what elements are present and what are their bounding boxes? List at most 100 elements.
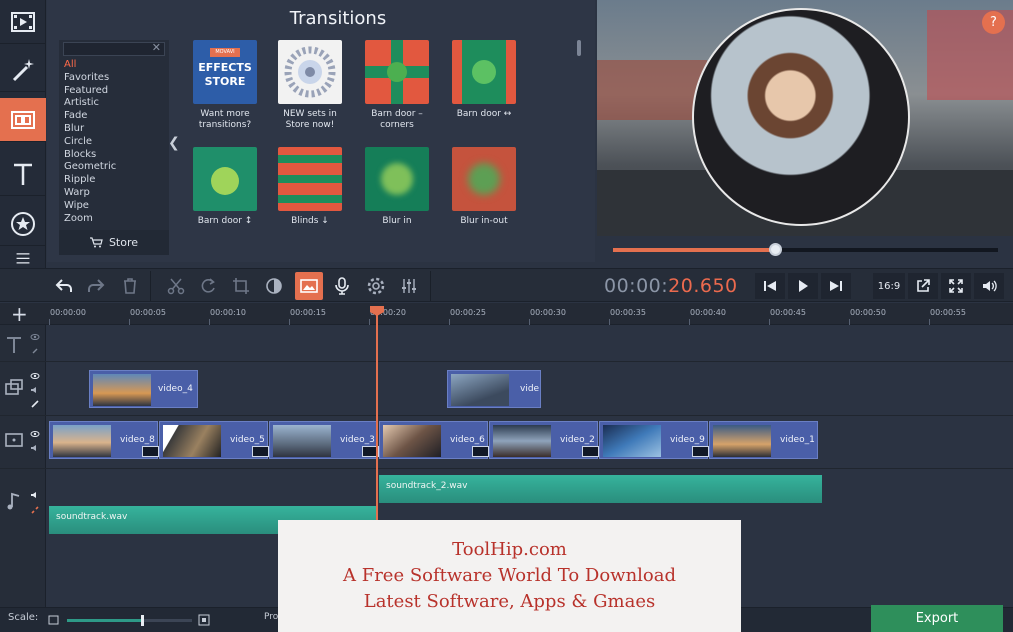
trash-icon — [124, 278, 136, 294]
clear-search-icon[interactable]: ✕ — [152, 41, 161, 54]
cut-button[interactable] — [162, 272, 190, 300]
ruler-tick-label: 00:00:25 — [450, 308, 486, 317]
speaker-icon[interactable] — [30, 443, 40, 453]
delete-button[interactable] — [116, 272, 144, 300]
help-button[interactable]: ? — [982, 11, 1005, 34]
add-track-button[interactable]: + — [11, 303, 28, 325]
play-button[interactable] — [788, 273, 818, 299]
fullscreen-button[interactable] — [941, 273, 971, 299]
transition-thumb-barn-door-corners[interactable] — [365, 40, 429, 104]
chevron-left-icon[interactable]: ❮ — [168, 135, 180, 151]
store-button[interactable]: Store — [59, 230, 169, 255]
record-audio-button[interactable] — [328, 272, 356, 300]
eye-icon[interactable] — [30, 371, 40, 381]
panel-title: Transitions — [289, 8, 387, 29]
category-item[interactable]: Warp — [64, 187, 164, 200]
volume-button[interactable] — [974, 273, 1004, 299]
category-search-input[interactable]: ✕ — [63, 41, 165, 56]
titles-button[interactable] — [0, 152, 46, 196]
ruler-tick-label: 00:00:40 — [690, 308, 726, 317]
ruler-tick-label: 00:00:15 — [290, 308, 326, 317]
ruler-tick-label: 00:00:05 — [130, 308, 166, 317]
clip-properties-button[interactable] — [362, 272, 390, 300]
category-item[interactable]: Geometric — [64, 161, 164, 174]
video-preview: ? — [597, 0, 1013, 236]
link-icon[interactable] — [30, 399, 40, 409]
ruler-tick-label: 00:00:10 — [210, 308, 246, 317]
transition-marker[interactable] — [142, 446, 159, 457]
scale-label: Scale: — [8, 612, 39, 623]
category-item[interactable]: Fade — [64, 110, 164, 123]
speaker-icon[interactable] — [30, 385, 40, 395]
category-item[interactable]: Ripple — [64, 174, 164, 187]
next-frame-button[interactable] — [821, 273, 851, 299]
category-item[interactable]: Circle — [64, 136, 164, 149]
more-tools-button[interactable] — [0, 250, 46, 268]
overlay-clip-video-4[interactable]: video_4 — [89, 370, 198, 408]
transition-marker[interactable] — [582, 446, 599, 457]
watermark-banner: ToolHip.com A Free Software World To Dow… — [278, 520, 741, 632]
eye-icon[interactable] — [30, 429, 40, 439]
unlink-icon[interactable] — [30, 505, 40, 515]
transition-thumb-barn-door-vertical[interactable] — [193, 147, 257, 211]
rotate-button[interactable] — [194, 272, 222, 300]
previous-frame-button[interactable] — [755, 273, 785, 299]
category-item[interactable]: Featured — [64, 85, 164, 98]
thumb-label-7: Blur in — [382, 216, 412, 226]
seek-handle[interactable] — [768, 243, 782, 256]
preview-seekbar[interactable] — [597, 236, 1013, 263]
transition-marker[interactable] — [252, 446, 269, 457]
category-item[interactable]: Blocks — [64, 149, 164, 162]
transition-thumb-blur-in[interactable] — [365, 147, 429, 211]
time-ruler[interactable]: + 00:00:00 00:00:05 00:00:10 00:00:15 00:00:… — [0, 303, 1013, 325]
speaker-icon[interactable] — [30, 490, 40, 500]
category-item[interactable]: Blur — [64, 123, 164, 136]
title-track-icon — [7, 337, 21, 353]
import-media-button[interactable] — [0, 0, 46, 44]
aspect-ratio-button[interactable]: 16:9 — [873, 273, 905, 299]
category-item[interactable]: Zoom — [64, 213, 164, 226]
undo-button[interactable] — [50, 272, 78, 300]
overlay-track-icon — [5, 379, 23, 395]
selfie-circle — [692, 8, 910, 226]
export-frame-button[interactable] — [908, 273, 938, 299]
clip-thumbnail — [713, 425, 771, 457]
export-button[interactable]: Export — [871, 605, 1003, 632]
scale-handle[interactable] — [141, 615, 144, 626]
overlay-clip-vide[interactable]: vide — [447, 370, 541, 408]
transitions-button[interactable] — [0, 98, 46, 142]
transition-thumb-effects-store[interactable]: MOVAVI EFFECTS STORE — [193, 40, 257, 104]
transition-thumb-blur-in-out[interactable] — [452, 147, 516, 211]
transition-thumb-blinds[interactable] — [278, 147, 342, 211]
transition-thumb-barn-door-horizontal[interactable] — [452, 40, 516, 104]
video-clip[interactable]: video_1 — [709, 421, 818, 459]
scale-slider[interactable] — [67, 615, 192, 626]
transition-thumb-new-sets[interactable] — [278, 40, 342, 104]
cart-icon — [89, 237, 103, 248]
crop-button[interactable] — [227, 272, 255, 300]
transition-marker[interactable] — [692, 446, 709, 457]
fullscreen-icon — [949, 279, 963, 293]
rotate-icon — [201, 278, 215, 293]
overlay-button[interactable] — [295, 272, 323, 300]
category-item[interactable]: Wipe — [64, 200, 164, 213]
zoom-out-icon[interactable] — [48, 615, 59, 625]
redo-button[interactable] — [82, 272, 110, 300]
category-item[interactable]: All — [64, 59, 164, 72]
filters-button[interactable] — [0, 48, 46, 92]
category-item[interactable]: Favorites — [64, 72, 164, 85]
equalizer-button[interactable] — [395, 272, 423, 300]
microphone-icon — [335, 277, 349, 295]
badge-top: MOVAVI — [210, 48, 240, 57]
ruler-tick-label: 00:00:35 — [610, 308, 646, 317]
panel-scrollbar[interactable] — [577, 40, 581, 56]
stickers-button[interactable] — [0, 202, 46, 246]
eye-icon[interactable] — [30, 332, 40, 342]
color-adjust-button[interactable] — [260, 272, 288, 300]
audio-clip-soundtrack-2[interactable]: soundtrack_2.wav — [379, 475, 822, 503]
category-item[interactable]: Artistic — [64, 97, 164, 110]
link-icon[interactable] — [30, 346, 40, 356]
transition-marker[interactable] — [472, 446, 489, 457]
seek-progress — [613, 248, 775, 252]
zoom-in-icon[interactable] — [198, 614, 210, 626]
